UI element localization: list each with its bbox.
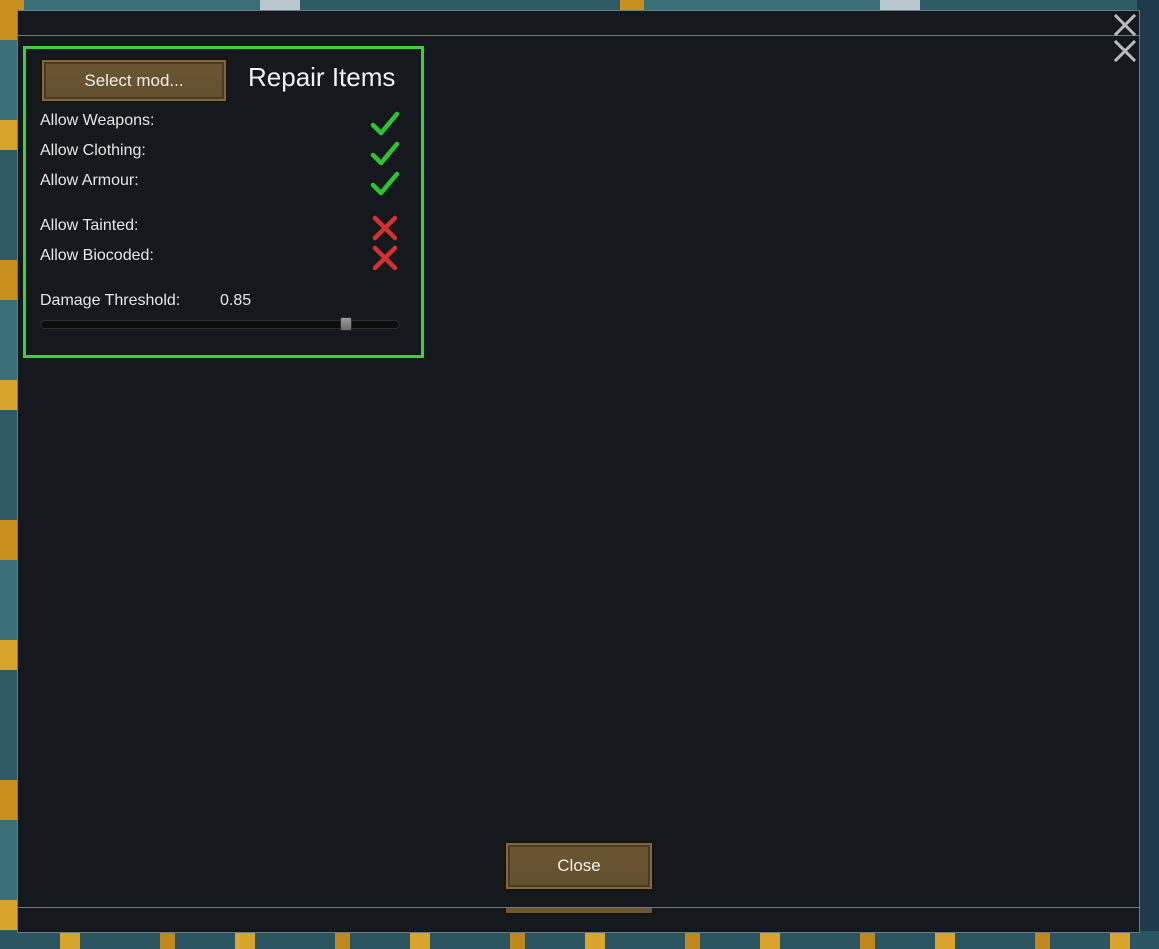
setting-label-armour: Allow Armour: (40, 172, 139, 189)
repair-items-panel: Select mod... Repair Items Allow Weapons… (23, 46, 424, 358)
panel-title: Repair Items (248, 62, 396, 92)
close-button-label: Close (557, 856, 601, 875)
check-icon[interactable] (370, 109, 400, 139)
setting-label-weapons: Allow Weapons: (40, 112, 155, 129)
close-button-shadow (504, 908, 654, 915)
close-button[interactable]: Close (504, 841, 654, 891)
setting-label-biocoded: Allow Biocoded: (40, 247, 154, 264)
cross-icon[interactable] (370, 213, 400, 243)
damage-threshold-value: 0.85 (220, 292, 252, 309)
setting-label-tainted: Allow Tainted: (40, 217, 139, 234)
select-mod-label: Select mod... (84, 70, 184, 90)
check-icon[interactable] (370, 139, 400, 169)
setting-label-clothing: Allow Clothing: (40, 142, 146, 159)
damage-threshold-label: Damage Threshold: (40, 292, 181, 309)
select-mod-button[interactable]: Select mod... (40, 58, 228, 103)
close-icon[interactable] (1113, 13, 1137, 37)
divider (18, 35, 1139, 36)
close-icon[interactable] (1113, 39, 1137, 63)
background-art-bottom (0, 931, 1159, 949)
check-icon[interactable] (370, 169, 400, 199)
cross-icon[interactable] (370, 243, 400, 273)
background-art-right (1137, 0, 1159, 949)
slider-handle[interactable] (340, 317, 352, 331)
